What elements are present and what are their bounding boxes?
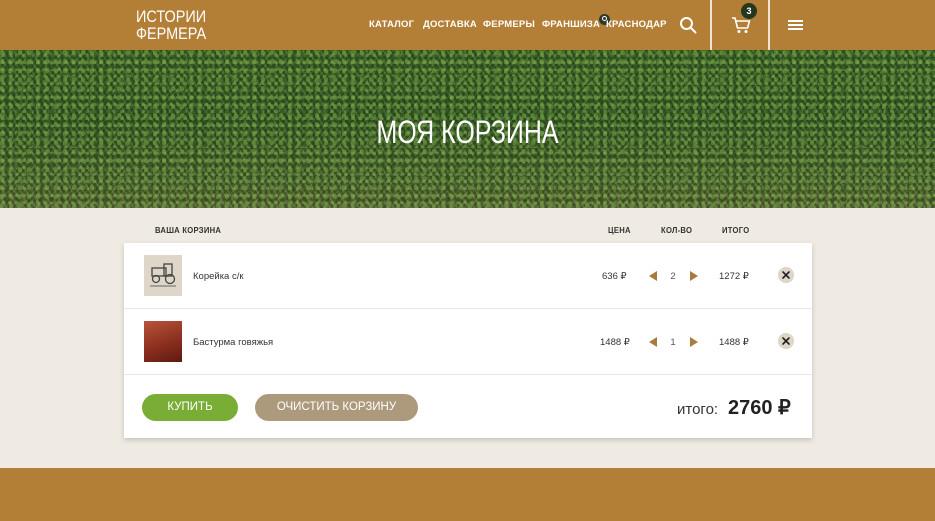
nav-catalog[interactable]: КАТАЛОГ	[369, 19, 414, 30]
cart-total-label: итого:	[677, 401, 719, 418]
item-quantity: 2	[670, 271, 676, 282]
remove-item-icon[interactable]	[778, 333, 794, 349]
product-name[interactable]: Корейка с/к	[193, 271, 244, 282]
cart-item-row: Корейка с/к 636 ₽ 2 1272 ₽	[124, 243, 812, 309]
nav-franchise[interactable]: ФРАНШИЗА	[542, 19, 600, 30]
site-footer	[0, 468, 935, 521]
site-header: ИСТОРИИ ФЕРМЕРА КАТАЛОГ ДОСТАВКА ФЕРМЕРЫ…	[0, 0, 935, 50]
page-title: МОЯ КОРЗИНА	[376, 114, 559, 150]
item-price: 636 ₽	[602, 271, 627, 282]
remove-item-icon[interactable]	[778, 267, 794, 283]
col-price-header: ЦЕНА	[608, 225, 631, 235]
hero-banner: МОЯ КОРЗИНА	[0, 50, 935, 208]
decrease-qty-icon[interactable]	[649, 271, 657, 281]
cart-count-badge: 3	[741, 3, 757, 19]
logo-line-2: ФЕРМЕРА	[136, 24, 207, 43]
item-total: 1272 ₽	[719, 271, 749, 282]
header-divider	[710, 0, 712, 50]
nav-farmers[interactable]: ФЕРМЕРЫ	[483, 19, 535, 30]
nav-delivery[interactable]: ДОСТАВКА	[423, 19, 477, 30]
tractor-placeholder-icon	[150, 263, 176, 287]
increase-qty-icon[interactable]	[690, 337, 698, 347]
item-price: 1488 ₽	[600, 337, 630, 348]
city-selector[interactable]: КРАСНОДАР	[606, 19, 667, 30]
item-total: 1488 ₽	[719, 337, 749, 348]
logo-line-1: ИСТОРИИ	[136, 7, 207, 26]
cart-item-row: Бастурма говяжья 1488 ₽ 1 1488 ₽	[124, 309, 812, 375]
col-total-header: ИТОГО	[722, 225, 750, 235]
clear-cart-button[interactable]: ОЧИСТИТЬ КОРЗИНУ	[255, 394, 418, 421]
product-image[interactable]	[144, 255, 182, 296]
site-logo[interactable]: ИСТОРИИ ФЕРМЕРА	[136, 7, 207, 43]
product-image[interactable]	[144, 321, 182, 362]
header-divider	[768, 0, 770, 50]
product-name[interactable]: Бастурма говяжья	[193, 337, 273, 348]
cart-total-value: 2760 ₽	[728, 397, 791, 419]
increase-qty-icon[interactable]	[690, 271, 698, 281]
buy-button[interactable]: КУПИТЬ	[142, 394, 238, 421]
col-qty-header: КОЛ-ВО	[661, 225, 693, 235]
menu-icon[interactable]	[788, 20, 803, 30]
decrease-qty-icon[interactable]	[649, 337, 657, 347]
cart-section-title: ВАША КОРЗИНА	[155, 225, 222, 235]
item-quantity: 1	[670, 337, 676, 348]
search-icon[interactable]	[679, 16, 697, 34]
cart-card: Корейка с/к 636 ₽ 2 1272 ₽ Бастурма говя…	[124, 243, 812, 438]
